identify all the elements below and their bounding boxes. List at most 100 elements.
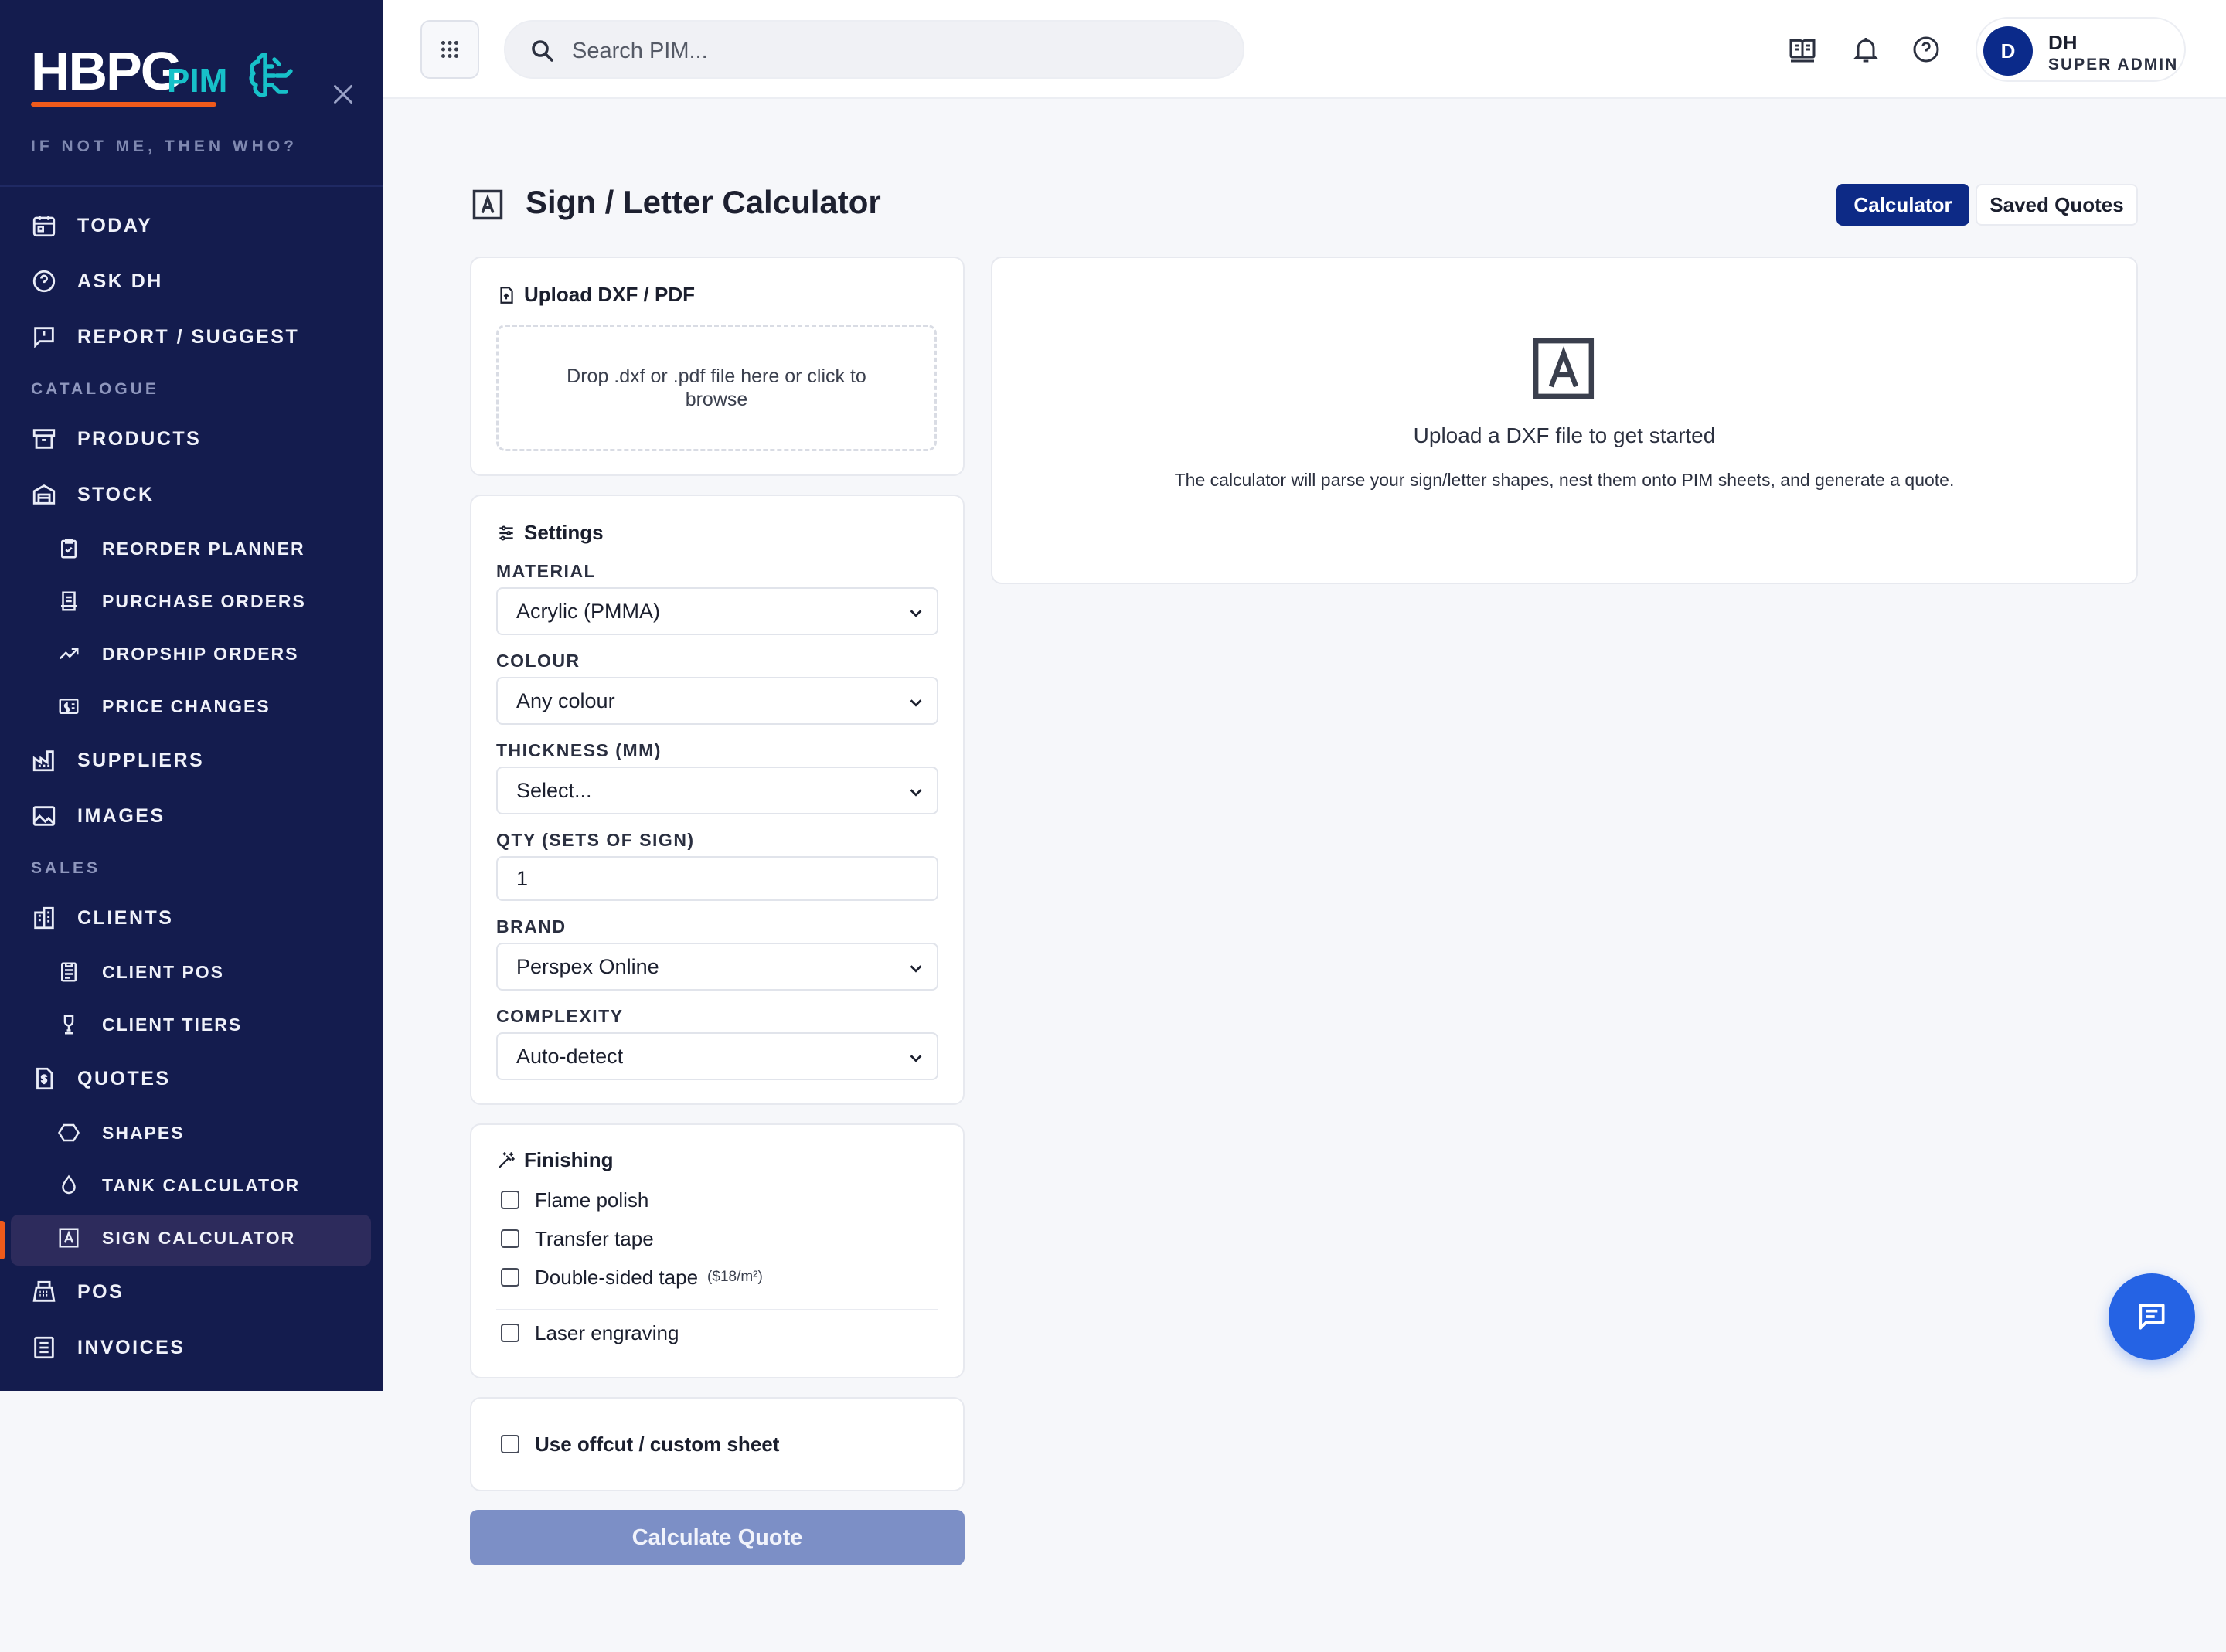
sidebar-item-client-tiers[interactable]: CLIENT TIERS	[0, 1001, 383, 1048]
sidebar-item-label: POS	[77, 1280, 124, 1303]
document-list-icon	[61, 962, 77, 982]
qty-label: QTY (SETS OF SIGN)	[496, 830, 695, 850]
sidebar-item-label: CLIENT TIERS	[102, 1014, 243, 1035]
qty-input[interactable]: 1	[496, 856, 938, 901]
laser-engraving-checkbox[interactable]	[501, 1324, 519, 1342]
offcut-card: Use offcut / custom sheet	[470, 1397, 965, 1491]
letter-a-icon	[472, 189, 503, 220]
hexagon-icon	[58, 1123, 80, 1142]
transfer-tape-checkbox[interactable]	[501, 1229, 519, 1248]
sidebar-item-images[interactable]: IMAGES	[0, 793, 383, 839]
help-icon[interactable]	[1911, 34, 1942, 65]
double-sided-tape-option[interactable]: Double-sided tape ($18/m²)	[501, 1264, 763, 1290]
price-tag-icon	[59, 699, 79, 714]
thickness-select[interactable]: Select...	[496, 767, 938, 814]
offcut-checkbox[interactable]	[501, 1435, 519, 1453]
sidebar-item-report[interactable]: REPORT / SUGGEST	[0, 314, 383, 360]
double-sided-tape-price: ($18/m²)	[707, 1269, 763, 1285]
laser-engraving-option[interactable]: Laser engraving	[501, 1320, 679, 1346]
sidebar-item-sign-calculator[interactable]: SIGN CALCULATOR	[0, 1215, 383, 1266]
complexity-select[interactable]: Auto-detect	[496, 1032, 938, 1080]
factory-icon	[32, 750, 54, 772]
tab-saved-quotes[interactable]: Saved Quotes	[1976, 184, 2138, 226]
sidebar-item-purchase-orders[interactable]: PURCHASE ORDERS	[0, 578, 383, 624]
sidebar-item-label: PRODUCTS	[77, 427, 202, 450]
brand-logo[interactable]: HBPG PIM	[31, 40, 325, 110]
flame-polish-checkbox[interactable]	[501, 1191, 519, 1209]
offcut-label: Use offcut / custom sheet	[535, 1432, 780, 1456]
chevron-down-icon	[910, 699, 922, 707]
archive-box-icon	[32, 429, 56, 449]
user-menu[interactable]: D DH SUPER ADMIN	[1976, 17, 2186, 82]
offcut-option[interactable]: Use offcut / custom sheet	[501, 1431, 779, 1457]
material-value: Acrylic (PMMA)	[516, 599, 660, 623]
sidebar-item-suppliers[interactable]: SUPPLIERS	[0, 737, 383, 784]
material-label: MATERIAL	[496, 561, 597, 581]
sidebar-item-ask-dh[interactable]: ASK DH	[0, 258, 383, 304]
image-icon	[32, 806, 56, 826]
flame-polish-label: Flame polish	[535, 1188, 649, 1212]
material-select[interactable]: Acrylic (PMMA)	[496, 587, 938, 635]
sidebar-item-label: TANK CALCULATOR	[102, 1174, 301, 1195]
sidebar-item-label: SUPPLIERS	[77, 749, 205, 771]
sidebar-item-label: SIGN CALCULATOR	[102, 1227, 296, 1248]
sidebar: HBPG PIM IF NOT ME, THEN WHO? TODAY ASK …	[0, 0, 383, 1391]
close-icon[interactable]	[329, 80, 357, 108]
avatar: D	[1983, 26, 2033, 76]
sidebar-item-tank-calculator[interactable]: TANK CALCULATOR	[0, 1162, 383, 1208]
sidebar-item-label: IMAGES	[77, 804, 165, 827]
trend-up-icon	[59, 648, 79, 660]
letter-a-icon	[1533, 338, 1595, 399]
logo-subtext: PIM	[167, 62, 228, 100]
sidebar-item-products[interactable]: PRODUCTS	[0, 416, 383, 462]
file-dropzone[interactable]: Drop .dxf or .pdf file here or click to …	[496, 325, 937, 451]
cash-register-icon	[32, 1280, 56, 1302]
sidebar-item-label: REPORT / SUGGEST	[77, 325, 300, 348]
flame-polish-option[interactable]: Flame polish	[501, 1187, 648, 1213]
transfer-tape-option[interactable]: Transfer tape	[501, 1225, 654, 1252]
app-launcher-button[interactable]	[420, 20, 479, 79]
colour-select[interactable]: Any colour	[496, 677, 938, 725]
sidebar-item-client-pos[interactable]: CLIENT POS	[0, 949, 383, 995]
tab-calculator[interactable]: Calculator	[1836, 184, 1969, 226]
search-input[interactable]	[572, 32, 1221, 70]
double-sided-tape-checkbox[interactable]	[501, 1268, 519, 1287]
sidebar-item-dropship-orders[interactable]: DROPSHIP ORDERS	[0, 631, 383, 677]
sidebar-item-label: ASK DH	[77, 270, 163, 292]
sidebar-item-label: CLIENT POS	[102, 961, 225, 982]
brain-icon	[249, 53, 293, 97]
sidebar-item-pos[interactable]: POS	[0, 1269, 383, 1315]
magic-wand-icon	[499, 1151, 515, 1168]
top-bar: D DH SUPER ADMIN	[383, 0, 2226, 99]
sidebar-item-label: CLIENTS	[77, 906, 174, 929]
upload-card: Upload DXF / PDF Drop .dxf or .pdf file …	[470, 257, 965, 476]
search-icon	[532, 40, 553, 62]
user-name: DH	[2048, 31, 2078, 54]
book-icon[interactable]	[1787, 34, 1818, 65]
calculate-quote-button[interactable]: Calculate Quote	[470, 1510, 965, 1565]
colour-value: Any colour	[516, 688, 615, 712]
sidebar-item-stock[interactable]: STOCK	[0, 471, 383, 518]
colour-label: COLOUR	[496, 651, 580, 671]
sidebar-item-price-changes[interactable]: PRICE CHANGES	[0, 683, 383, 729]
empty-state-title: Upload a DXF file to get started	[1413, 423, 1716, 447]
sidebar-item-quotes[interactable]: QUOTES	[0, 1055, 383, 1102]
chevron-down-icon	[910, 610, 922, 617]
warehouse-icon	[32, 484, 56, 505]
brand-select[interactable]: Perspex Online	[496, 943, 938, 991]
chat-button[interactable]	[2109, 1273, 2195, 1360]
sidebar-item-label: STOCK	[77, 483, 155, 505]
question-circle-icon	[32, 270, 56, 293]
finishing-card-title: Finishing	[496, 1148, 614, 1172]
sidebar-item-invoices[interactable]: INVOICES	[0, 1324, 383, 1371]
chevron-down-icon	[910, 1055, 922, 1062]
section-catalogue: CATALOGUE	[31, 380, 159, 398]
sidebar-item-today[interactable]: TODAY	[0, 202, 383, 249]
bell-icon[interactable]	[1850, 34, 1881, 65]
sidebar-item-shapes[interactable]: SHAPES	[0, 1110, 383, 1156]
sidebar-item-clients[interactable]: CLIENTS	[0, 895, 383, 941]
sidebar-item-reorder-planner[interactable]: REORDER PLANNER	[0, 525, 383, 572]
thickness-label: THICKNESS (MM)	[496, 740, 662, 760]
sidebar-item-label: SHAPES	[102, 1122, 185, 1143]
sidebar-divider	[0, 185, 383, 187]
